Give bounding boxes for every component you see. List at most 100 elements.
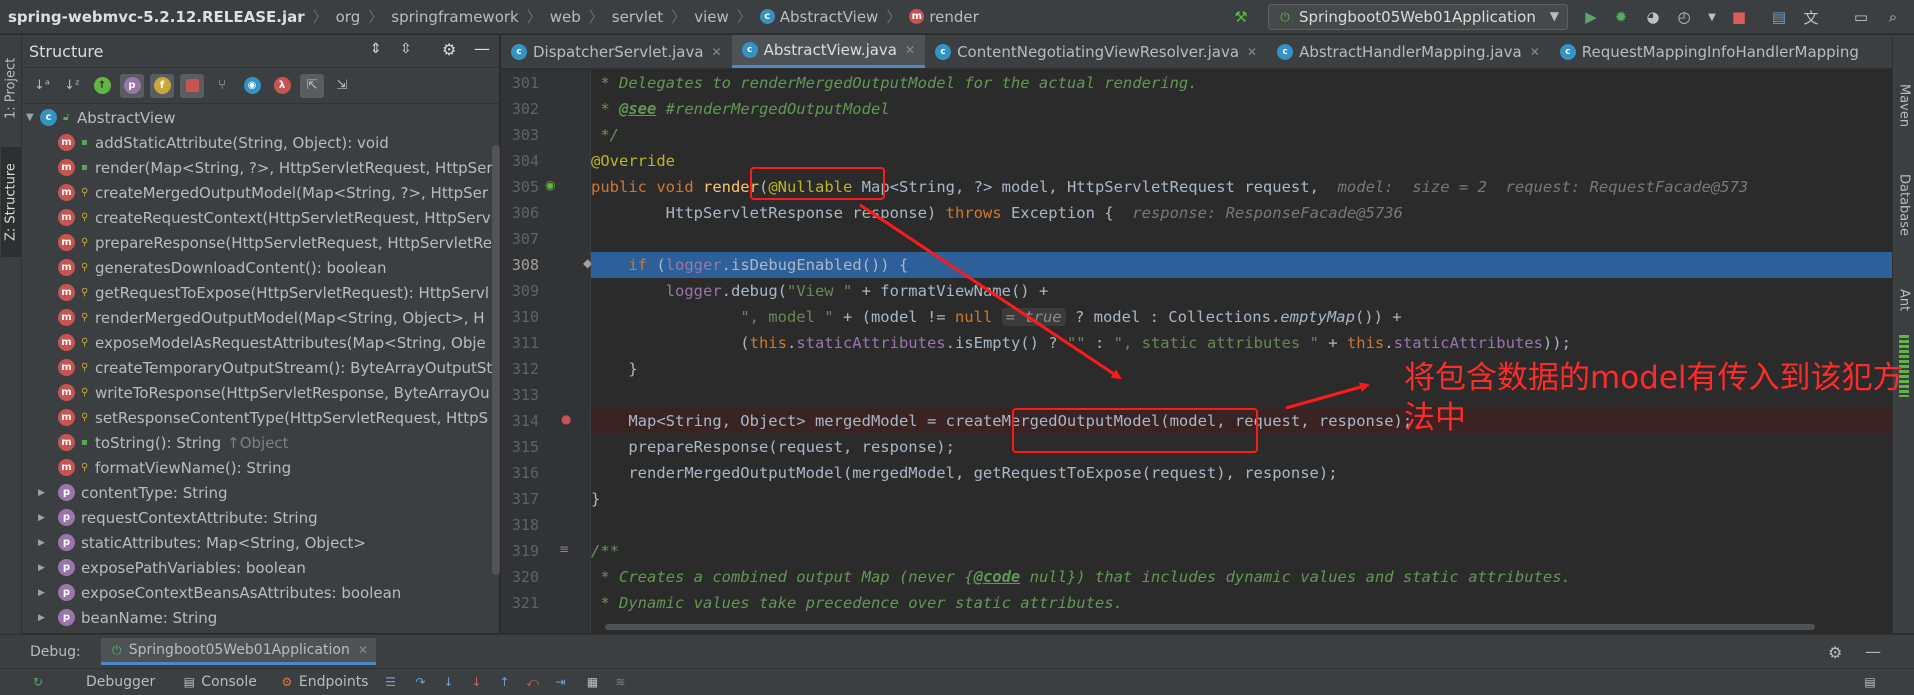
tree-method-item[interactable]: m ⚲ createRequestContext(HttpServletReques…	[22, 205, 500, 230]
editor-horizontal-scrollbar[interactable]	[605, 624, 1815, 630]
expand-all-icon[interactable]: ⇕	[370, 41, 382, 57]
show-properties-icon[interactable]: p	[120, 73, 144, 98]
step-over-icon[interactable]: ↷	[412, 674, 428, 690]
override-marker-icon[interactable]: ◉	[545, 178, 555, 192]
show-fields-icon[interactable]: f	[150, 73, 174, 98]
more-run-options-icon[interactable]: ▼	[1703, 8, 1721, 26]
show-anonymous-icon[interactable]: ⑂	[210, 74, 234, 98]
hide-panel-icon[interactable]: —	[1865, 642, 1881, 661]
tree-method-item[interactable]: m ⚲ exposeModelAsRequestAttributes(Map<Str…	[22, 330, 500, 355]
tree-method-item[interactable]: m ⚲ setResponseContentType(HttpServletRequ…	[22, 405, 500, 430]
project-structure-icon[interactable]: ▤	[1770, 8, 1788, 26]
close-icon[interactable]: ✕	[358, 643, 368, 657]
show-lambdas-icon[interactable]: ◉	[240, 74, 264, 98]
tree-method-item[interactable]: m ⚲ getRequestToExpose(HttpServletRequest)…	[22, 280, 500, 305]
debug-session-tab[interactable]: ⏻ Springboot05Web01Application ✕	[100, 638, 376, 665]
structure-tool-tab[interactable]: Z: Structure	[1, 147, 21, 257]
breadcrumb-item[interactable]: org	[336, 8, 361, 26]
drop-frame-icon[interactable]: ⤺	[524, 674, 540, 690]
coverage-icon[interactable]: ◕	[1644, 8, 1662, 26]
run-to-cursor-icon[interactable]: ⇥	[552, 674, 568, 690]
chevron-right-icon[interactable]: ▶	[38, 513, 52, 523]
collapse-all-icon[interactable]: ⇳	[400, 41, 412, 57]
code-editor[interactable]: 301 302 303 304 305 306 307 308 309 310 311 312 313 3…	[501, 70, 1894, 633]
chevron-right-icon[interactable]: ▶	[38, 488, 52, 498]
tree-method-item[interactable]: m ⚲ writeToResponse(HttpServletResponse, B…	[22, 380, 500, 405]
search-icon[interactable]: ⌕	[1884, 8, 1902, 26]
debug-icon[interactable]: ✹	[1612, 8, 1630, 26]
presentation-icon[interactable]: ▭	[1852, 8, 1870, 26]
chevron-right-icon[interactable]: ▶	[38, 588, 52, 598]
endpoints-tab[interactable]: Endpoints	[299, 674, 369, 690]
breadcrumb-item[interactable]: web	[550, 8, 581, 26]
tree-property-item[interactable]: ▶ p contentType: String	[22, 480, 500, 505]
maven-tool-tab[interactable]: Maven	[1894, 71, 1914, 141]
tree-method-item[interactable]: m ⚲ formatViewName(): String	[22, 455, 500, 480]
breadcrumb-item[interactable]: servlet	[612, 8, 663, 26]
project-tool-tab[interactable]: 1: Project	[1, 43, 21, 133]
profile-icon[interactable]: ◴	[1675, 8, 1693, 26]
hide-panel-icon[interactable]: —	[474, 39, 490, 58]
sort-by-visibility-icon[interactable]: ↓ᵃ	[30, 74, 54, 98]
layout-icon[interactable]: ▤	[1862, 674, 1878, 690]
gear-icon[interactable]: ⚙	[1828, 643, 1842, 662]
run-icon[interactable]: ▶	[1582, 8, 1600, 26]
tree-method-item[interactable]: m ⚲ createTemporaryOutputStream(): ByteArr…	[22, 355, 500, 380]
breadcrumb-item[interactable]: spring-webmvc-5.2.12.RELEASE.jar	[8, 8, 305, 26]
trace-stream-icon[interactable]: ≋	[612, 674, 628, 690]
database-tool-tab[interactable]: Database	[1894, 155, 1914, 255]
breakpoint-icon[interactable]: ●	[561, 412, 571, 426]
tree-method-item[interactable]: m ▪ addStaticAttribute(String, Object): vo…	[22, 130, 500, 155]
tree-method-item[interactable]: m ⚲ renderMergedOutputModel(Map<String, Ob…	[22, 305, 500, 330]
build-hammer-icon[interactable]: ⚒	[1232, 8, 1250, 26]
tree-property-item[interactable]: ▶ p requestContextAttribute: String	[22, 505, 500, 530]
ant-tool-tab[interactable]: Ant	[1894, 275, 1914, 325]
close-icon[interactable]: ✕	[905, 43, 915, 57]
translate-icon[interactable]: 文	[1802, 8, 1820, 27]
stop-icon[interactable]: ■	[1730, 8, 1748, 26]
sort-alphabetically-icon[interactable]: ↓ᶻ	[60, 74, 84, 98]
breadcrumb-item[interactable]: springframework	[391, 8, 518, 26]
editor-tab[interactable]: c ContentNegotiatingViewResolver.java ✕	[925, 35, 1267, 68]
tree-property-item[interactable]: ▶ p exposeContextBeansAsAttributes: boolea…	[22, 580, 500, 605]
close-icon[interactable]: ✕	[1247, 45, 1257, 59]
structure-scrollbar[interactable]	[492, 145, 500, 575]
tree-method-item[interactable]: m ⚲ prepareResponse(HttpServletRequest, Ht…	[22, 230, 500, 255]
javadoc-toggle-icon[interactable]: ≡	[559, 542, 569, 556]
breadcrumb-item[interactable]: m render	[909, 8, 979, 26]
step-into-icon[interactable]: ↓	[440, 674, 456, 690]
chevron-right-icon[interactable]: ▶	[38, 613, 52, 623]
editor-tab[interactable]: c AbstractView.java ✕	[731, 35, 926, 68]
evaluate-expression-icon[interactable]: ▦	[584, 674, 600, 690]
run-configuration-select[interactable]: ⏻ Springboot05Web01Application ▼	[1268, 4, 1568, 30]
close-icon[interactable]: ✕	[712, 45, 722, 59]
tree-method-item[interactable]: m ⚲ createMergedOutputModel(Map<String, ?>…	[22, 180, 500, 205]
close-icon[interactable]: ✕	[1530, 45, 1540, 59]
editor-tab[interactable]: c RequestMappingInfoHandlerMapping	[1550, 35, 1869, 68]
tree-property-item[interactable]: ▶ p exposePathVariables: boolean	[22, 555, 500, 580]
show-lambda-icon[interactable]: λ	[270, 74, 294, 98]
tree-root[interactable]: ▼ c 🔓︎ AbstractView	[22, 105, 500, 130]
autoscroll-from-source-icon[interactable]: ⇲	[330, 74, 354, 98]
tree-method-item[interactable]: m ▪ toString(): String ↑Object	[22, 430, 500, 455]
editor-tab[interactable]: c AbstractHandlerMapping.java ✕	[1267, 35, 1550, 68]
chevron-right-icon[interactable]: ▶	[38, 563, 52, 573]
tree-property-item[interactable]: ▶ p staticAttributes: Map<String, Object>	[22, 530, 500, 555]
breadcrumb-item[interactable]: c AbstractView	[759, 8, 878, 26]
console-tab[interactable]: Console	[201, 674, 257, 690]
step-out-icon[interactable]: ↑	[496, 674, 512, 690]
gear-icon[interactable]: ⚙	[442, 40, 456, 59]
tree-property-item[interactable]: ▶ p beanName: String	[22, 605, 500, 630]
show-non-public-icon[interactable]	[180, 73, 204, 98]
menu-icon[interactable]: ☰	[382, 674, 398, 690]
rerun-icon[interactable]: ↻	[30, 674, 46, 690]
breadcrumb-item[interactable]: view	[694, 8, 729, 26]
tree-method-item[interactable]: m ⚲ generatesDownloadContent(): boolean	[22, 255, 500, 280]
chevron-down-icon[interactable]: ▼	[26, 112, 40, 123]
show-inherited-icon[interactable]: ↑	[90, 74, 114, 98]
debugger-tab[interactable]: Debugger	[86, 674, 155, 690]
editor-tab[interactable]: c DispatcherServlet.java ✕	[501, 35, 732, 68]
tree-method-item[interactable]: m ▪ render(Map<String, ?>, HttpServletRequ…	[22, 155, 500, 180]
force-step-into-icon[interactable]: ↓	[468, 674, 484, 690]
autoscroll-to-source-icon[interactable]: ⇱	[300, 73, 324, 98]
